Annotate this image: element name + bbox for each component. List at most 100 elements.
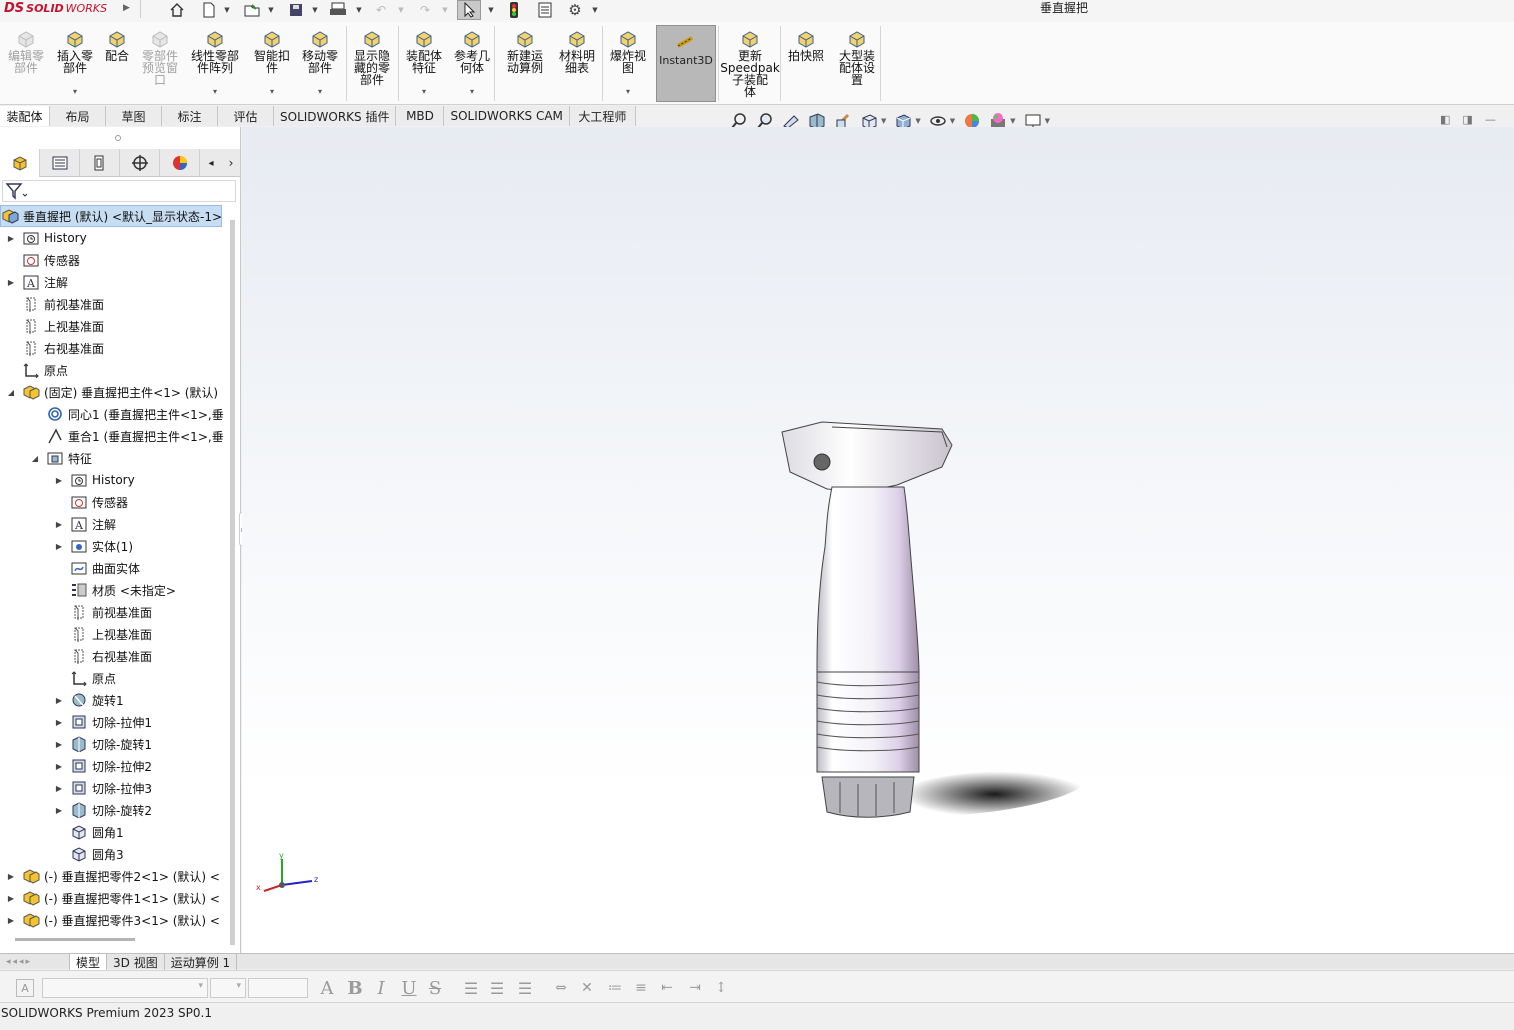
outdent-icon[interactable]: ⇤	[656, 977, 678, 999]
command-dropdown-icon[interactable]: ▾	[470, 86, 474, 98]
tab-4[interactable]: 评估	[218, 106, 274, 126]
command-dropdown-icon[interactable]: ▾	[422, 86, 426, 98]
new-dropdown-icon[interactable]: ▼	[222, 0, 232, 20]
tree-expand-icon[interactable]: ▶	[6, 271, 16, 293]
tree-item[interactable]: A 注解	[70, 513, 116, 535]
command-large-assembly-button[interactable]: 大型装 配体设 置	[834, 22, 880, 104]
tree-item[interactable]: History	[22, 227, 87, 249]
tab-scroll-arrows[interactable]: ◂◂◂▸	[0, 954, 70, 970]
indent-icon[interactable]: ⇥	[684, 977, 706, 999]
dimxpert-manager-tab-icon[interactable]	[120, 149, 160, 177]
apply-scene-dropdown-icon[interactable]: ▼	[1010, 117, 1015, 125]
tab-0[interactable]: 装配体	[0, 106, 50, 126]
tree-item[interactable]: 传感器	[22, 249, 80, 271]
print-dropdown-icon[interactable]: ▼	[354, 0, 364, 20]
command-dropdown-icon[interactable]: ▾	[73, 86, 77, 98]
numbering-icon[interactable]: ≡	[630, 977, 652, 999]
tab-7[interactable]: SOLIDWORKS CAM	[444, 106, 570, 126]
select-cursor-icon[interactable]	[457, 0, 481, 20]
tree-item[interactable]: 右视基准面	[70, 645, 152, 667]
tree-expand-icon[interactable]: ▶	[54, 469, 64, 491]
tree-item[interactable]: 旋转1	[70, 689, 124, 711]
command-dropdown-icon[interactable]: ▾	[318, 86, 322, 98]
tree-item[interactable]: 前视基准面	[70, 601, 152, 623]
tree-item[interactable]: (固定) 垂直握把主件<1> (默认)	[22, 381, 218, 403]
redo-dropdown-icon[interactable]: ▼	[440, 0, 450, 20]
more-tabs-icon[interactable]: ◂	[200, 149, 222, 177]
command-speedpak-button[interactable]: 更新 Speedpak 子装配 体	[720, 22, 780, 104]
tree-item[interactable]: (-) 垂直握把零件1<1> (默认) <	[22, 887, 220, 909]
tree-item[interactable]: 圆角1	[70, 821, 124, 843]
bottom-tab-1[interactable]: 3D 视图	[107, 954, 165, 970]
tree-item[interactable]: 切除-旋转2	[70, 799, 152, 821]
task-pane-left-icon[interactable]: ◧	[1440, 113, 1450, 126]
task-pane-right-icon[interactable]: ◨	[1462, 113, 1472, 126]
filter-funnel-icon[interactable]	[5, 182, 28, 203]
tab-3[interactable]: 标注	[162, 106, 218, 126]
bold-icon[interactable]: B	[344, 977, 366, 999]
display-style-dropdown-icon[interactable]: ▼	[915, 117, 920, 125]
home-icon[interactable]	[166, 0, 188, 20]
property-manager-tab-icon[interactable]	[40, 149, 80, 177]
feature-manager-tab-icon[interactable]	[0, 149, 40, 177]
open-icon[interactable]	[240, 0, 264, 20]
tree-expand-icon[interactable]: ▶	[54, 777, 64, 799]
tree-expand-icon[interactable]: ▶	[54, 535, 64, 557]
next-tabs-icon[interactable]: ›	[222, 149, 240, 177]
command-dropdown-icon[interactable]: ▾	[270, 86, 274, 98]
select-dropdown-icon[interactable]: ▼	[486, 0, 496, 20]
line-spacing-icon[interactable]: ↕	[710, 977, 732, 999]
tab-8[interactable]: 大工程师	[569, 106, 636, 126]
tree-item[interactable]: A 注解	[22, 271, 68, 293]
view-orientation-dropdown-icon[interactable]: ▼	[881, 117, 886, 125]
tree-expand-icon[interactable]: ▶	[54, 799, 64, 821]
tree-item[interactable]: 特征	[46, 447, 92, 469]
save-icon[interactable]	[284, 0, 308, 20]
tree-expand-icon[interactable]: ▶	[54, 689, 64, 711]
tab-1[interactable]: 布局	[50, 106, 106, 126]
tree-horizontal-scrollbar[interactable]	[15, 938, 135, 941]
tree-item[interactable]: 上视基准面	[70, 623, 152, 645]
line-height-field[interactable]	[248, 978, 308, 998]
solidworks-logo[interactable]: DS SOLID WORKS ▶	[4, 0, 130, 16]
tree-item[interactable]: 曲面实体	[70, 557, 140, 579]
align-center-icon[interactable]: ☰	[486, 977, 508, 999]
command-dropdown-icon[interactable]: ▾	[626, 86, 630, 98]
tree-filter[interactable]	[2, 180, 236, 202]
tree-item[interactable]: 原点	[22, 359, 68, 381]
tree-expand-icon[interactable]: ▶	[6, 227, 16, 249]
view-settings-dropdown-icon[interactable]: ▼	[1045, 117, 1050, 125]
menu-expand-icon[interactable]: ▶	[123, 3, 130, 13]
hide-show-dropdown-icon[interactable]: ▼	[950, 117, 955, 125]
font-style-icon[interactable]: A	[16, 979, 34, 997]
align-left-icon[interactable]: ☰	[460, 977, 482, 999]
tab-5[interactable]: SOLIDWORKS 插件	[274, 106, 397, 126]
tree-expand-icon[interactable]: ▶	[54, 711, 64, 733]
command-insert-component-button[interactable]: 插入零 部件 ▾	[55, 22, 95, 104]
tree-item[interactable]: (-) 垂直握把零件2<1> (默认) <	[22, 865, 220, 887]
strikethrough-icon[interactable]: S	[424, 977, 446, 999]
tree-expand-icon[interactable]: ▶	[6, 865, 16, 887]
bottom-tab-0[interactable]: 模型	[70, 954, 108, 970]
redo-icon[interactable]: ↷	[414, 0, 436, 20]
tree-item[interactable]: 切除-拉伸1	[70, 711, 152, 733]
tree-item[interactable]: 上视基准面	[22, 315, 104, 337]
command-linear-pattern-button[interactable]: 线性零部 件阵列 ▾	[188, 22, 242, 104]
align-right-icon[interactable]: ☰	[514, 977, 536, 999]
command-preview-window-button[interactable]: 零部件 预览窗 口	[138, 22, 182, 104]
bullets-icon[interactable]: ≔	[604, 977, 626, 999]
tree-vertical-scrollbar[interactable]	[230, 220, 235, 945]
spacing-icon[interactable]: ⇔	[550, 977, 572, 999]
new-document-icon[interactable]	[198, 0, 220, 20]
command-snapshot-button[interactable]: 拍快照	[786, 22, 826, 104]
tree-item[interactable]: 切除-旋转1	[70, 733, 152, 755]
tree-item[interactable]: 实体(1)	[70, 535, 133, 557]
tree-item[interactable]: 前视基准面	[22, 293, 104, 315]
configuration-manager-tab-icon[interactable]	[80, 149, 120, 177]
tree-expand-icon[interactable]: ◢	[30, 447, 40, 469]
tree-expand-icon[interactable]: ◢	[6, 381, 16, 403]
print-icon[interactable]	[326, 0, 350, 20]
tree-root-assembly[interactable]: 垂直握把 (默认) <默认_显示状态-1>	[0, 205, 222, 227]
tree-item[interactable]: History	[70, 469, 135, 491]
tree-item[interactable]: 材质 <未指定>	[70, 579, 176, 601]
